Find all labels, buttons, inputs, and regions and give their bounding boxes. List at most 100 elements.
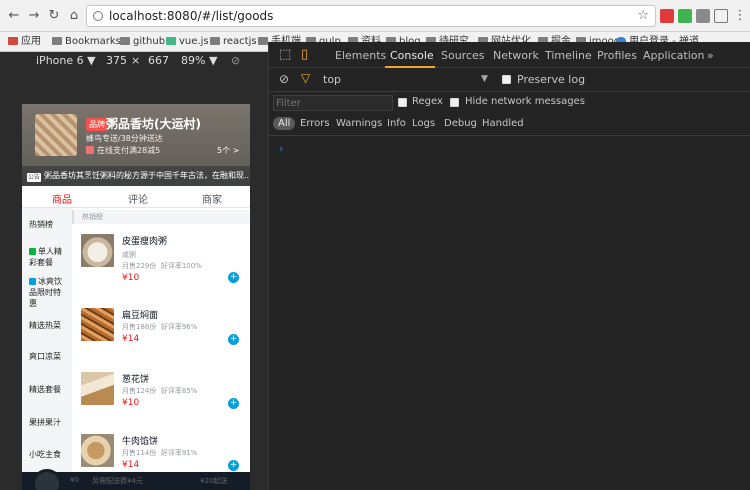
bookmark-folder[interactable]: github <box>120 35 165 49</box>
food-item[interactable]: 扁豆焖面 月售188份 好评率96% ¥14 + <box>72 308 250 378</box>
bulletin-text: 粥品香坊其烹饪粥料的秘方源于中国千年古法，在融和现... > <box>44 171 250 180</box>
add-to-cart-button[interactable]: + <box>228 334 239 345</box>
min-order[interactable]: ¥20起送 <box>200 476 227 486</box>
shop-avatar <box>35 114 77 156</box>
level-info[interactable]: Info <box>387 118 406 129</box>
discount-icon <box>29 278 36 285</box>
food-price: ¥10 <box>122 398 140 408</box>
tab-timeline[interactable]: Timeline <box>545 49 592 62</box>
cart-icon[interactable] <box>32 469 62 490</box>
menu-item[interactable]: 单人精彩套餐 <box>22 246 68 268</box>
food-stats: 月售229份 好评率100% <box>122 262 202 270</box>
tab-elements[interactable]: Elements <box>335 49 386 62</box>
add-to-cart-button[interactable]: + <box>228 460 239 471</box>
food-item[interactable]: 皮蛋瘦肉粥 咸粥 月售229份 好评率100% ¥10 + <box>72 234 250 304</box>
menu-item[interactable]: 热销榜 <box>22 219 72 230</box>
page-info-icon[interactable] <box>93 11 103 21</box>
menu-icon[interactable]: ⋮ <box>732 8 748 24</box>
shop-name: 粥品香坊(大运村) <box>106 117 201 131</box>
tab-console[interactable]: Console <box>390 49 434 62</box>
menu-item[interactable]: 果拼果汁 <box>22 417 72 428</box>
food-image <box>81 308 114 341</box>
back-icon[interactable]: ← <box>6 8 22 24</box>
devtools-tabs: ⬚ ▯ Elements Console Sources Network Tim… <box>269 42 750 68</box>
food-item[interactable]: 葱花饼 月售124份 好评率85% ¥10 + <box>72 372 250 442</box>
tab-application[interactable]: Application <box>643 49 704 62</box>
extension-icon[interactable] <box>660 9 674 23</box>
tab-network[interactable]: Network <box>493 49 539 62</box>
menu-item[interactable]: 精选热菜 <box>22 320 72 331</box>
rotate-icon[interactable]: ⊘ <box>231 52 240 70</box>
log-level-bar: All Errors Warnings Info Logs Debug Hand… <box>269 114 750 136</box>
level-errors[interactable]: Errors <box>300 118 330 129</box>
hide-network-checkbox[interactable] <box>450 98 459 107</box>
device-width[interactable]: 375 <box>106 52 127 70</box>
level-debug[interactable]: Debug <box>444 118 477 129</box>
extension-icon[interactable] <box>696 9 710 23</box>
extension-icon[interactable] <box>678 9 692 23</box>
browser-toolbar: ← → ↻ ⌂ localhost:8080/#/list/goods ☆ ⋮ <box>0 0 750 32</box>
more-tabs-icon[interactable]: » <box>707 49 714 62</box>
bookmark-folder[interactable]: Bookmarks <box>52 35 121 49</box>
menu-item[interactable]: 冰爽饮品限时特惠 <box>22 276 68 309</box>
inspect-icon[interactable]: ⬚ <box>279 47 291 62</box>
promo-count-button[interactable]: 5个 > <box>217 145 239 156</box>
shield-icon[interactable] <box>714 9 728 23</box>
device-mode-icon[interactable]: ▯ <box>301 47 308 62</box>
tab-seller[interactable]: 商家 <box>202 191 222 206</box>
bookmark-folder[interactable]: vue.js <box>166 35 209 49</box>
menu-item[interactable]: 小吃主食 <box>22 449 72 460</box>
folder-icon <box>52 37 62 45</box>
cart-total: ¥0 <box>70 476 79 484</box>
bookmark-apps[interactable]: 应用 <box>8 35 41 49</box>
url-text: localhost:8080/#/list/goods <box>109 9 274 23</box>
tab-goods[interactable]: 商品 <box>52 191 72 206</box>
food-image <box>81 434 114 467</box>
zoom-select[interactable]: 89% ▼ <box>181 52 217 70</box>
menu-item[interactable]: 精选套餐 <box>22 384 72 395</box>
menu-item[interactable]: 爽口凉菜 <box>22 351 72 362</box>
vue-icon <box>166 37 176 45</box>
address-bar[interactable]: localhost:8080/#/list/goods ☆ <box>86 5 656 27</box>
bookmark-star-icon[interactable]: ☆ <box>637 6 649 26</box>
food-name: 皮蛋瘦肉粥 <box>122 237 168 247</box>
discount-icon <box>86 146 94 154</box>
cart-delivery-fee: 另需配送费¥4元 <box>92 477 143 485</box>
level-warnings[interactable]: Warnings <box>336 118 382 129</box>
food-list: 热销榜 皮蛋瘦肉粥 咸粥 月售229份 好评率100% ¥10 + 扁豆焖面 月… <box>72 208 250 490</box>
device-select[interactable]: iPhone 6 ▼ <box>36 52 96 70</box>
chevron-down-icon[interactable]: ▼ <box>481 74 488 84</box>
food-image <box>81 234 114 267</box>
bulletin-bar[interactable]: 公告 粥品香坊其烹饪粥料的秘方源于中国千年古法，在融和现... > <box>22 166 250 186</box>
food-image <box>81 372 114 405</box>
delivery-info: 蜂鸟专送/38分钟送达 <box>86 134 163 143</box>
folder-icon <box>210 37 220 45</box>
shop-header: 品牌 粥品香坊(大运村) 蜂鸟专送/38分钟送达 在线支付满28减5 5个 > … <box>22 104 250 186</box>
food-name: 牛肉馅饼 <box>122 437 159 447</box>
tab-sources[interactable]: Sources <box>441 49 485 62</box>
clear-console-icon[interactable]: ⊘ <box>279 72 289 86</box>
reload-icon[interactable]: ↻ <box>46 8 62 24</box>
bookmark-folder[interactable]: reactjs <box>210 35 257 49</box>
regex-checkbox[interactable] <box>398 98 407 107</box>
regex-label: Regex <box>412 96 443 107</box>
forward-icon[interactable]: → <box>26 8 42 24</box>
context-select[interactable]: top <box>323 73 341 86</box>
filter-icon[interactable]: ▽ <box>301 71 310 85</box>
shopcart-bar: ¥0 另需配送费¥4元 ¥20起送 <box>22 469 250 490</box>
tab-profiles[interactable]: Profiles <box>597 49 637 62</box>
tab-ratings[interactable]: 评论 <box>128 191 148 206</box>
console-prompt[interactable]: › <box>279 142 283 155</box>
food-stats: 月售124份 好评率85% <box>122 387 198 395</box>
folder-icon <box>258 37 268 45</box>
preserve-log-checkbox[interactable] <box>502 75 511 84</box>
level-handled[interactable]: Handled <box>482 118 524 129</box>
level-all[interactable]: All <box>273 117 296 130</box>
home-icon[interactable]: ⌂ <box>66 8 82 24</box>
add-to-cart-button[interactable]: + <box>228 272 239 283</box>
food-price: ¥14 <box>122 334 140 344</box>
level-logs[interactable]: Logs <box>412 118 435 129</box>
device-height[interactable]: 667 <box>148 52 169 70</box>
add-to-cart-button[interactable]: + <box>228 398 239 409</box>
filter-input[interactable] <box>273 95 393 111</box>
